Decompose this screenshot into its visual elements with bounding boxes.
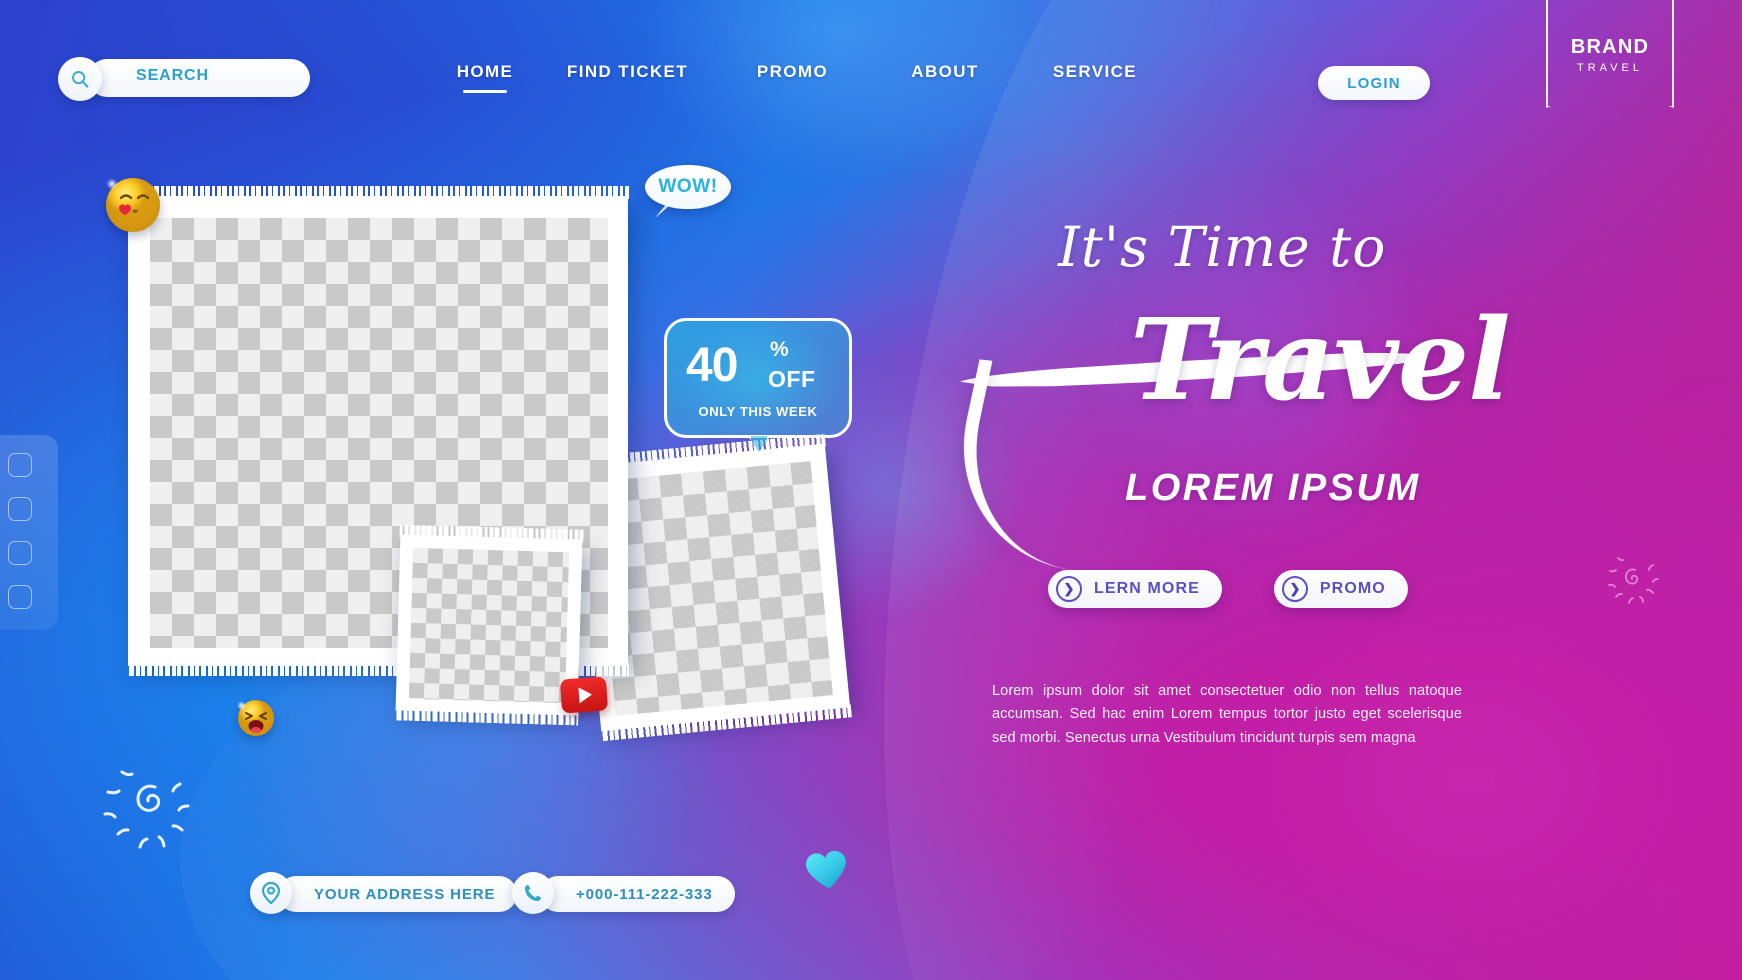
login-button[interactable]: LOGIN xyxy=(1318,66,1430,100)
cta-label: LERN MORE xyxy=(1094,580,1200,597)
hero-display-word: Travel xyxy=(1130,295,1511,426)
chevron-right-icon: ❯ xyxy=(1056,576,1082,602)
kissing-face-emoji xyxy=(104,176,160,232)
hero-cta-group: ❯ LERN MORE ❯ PROMO xyxy=(1048,570,1408,608)
photo-frame-small[interactable] xyxy=(395,534,583,716)
phone-label: +000-111-222-333 xyxy=(576,885,713,903)
address-label: YOUR ADDRESS HERE xyxy=(314,885,496,903)
laughing-face-emoji xyxy=(235,699,274,736)
brand-subtitle: TRAVEL xyxy=(1577,62,1643,74)
map-pin-icon xyxy=(250,872,292,914)
discount-percent: % xyxy=(770,338,789,361)
hero-subtitle: LOREM IPSUM xyxy=(1125,467,1421,509)
nav-label: HOME xyxy=(456,62,514,81)
discount-off: OFF xyxy=(768,366,816,392)
brand-name: BRAND xyxy=(1570,36,1650,58)
cta-label: PROMO xyxy=(1319,580,1386,597)
photo-collage xyxy=(0,0,1000,980)
hero-script-line: It's Time to xyxy=(1058,215,1387,279)
hero-display-group: Travel xyxy=(937,277,1580,579)
nav-item-about[interactable]: ABOUT xyxy=(870,62,1020,82)
search-bar[interactable] xyxy=(58,57,310,101)
promo-button[interactable]: ❯ PROMO xyxy=(1273,570,1408,608)
contact-address[interactable]: YOUR ADDRESS HERE xyxy=(250,872,550,914)
brand-logo[interactable]: BRAND TRAVEL xyxy=(1546,0,1674,108)
learn-more-button[interactable]: ❯ LERN MORE xyxy=(1048,570,1222,608)
nav-item-service[interactable]: SERVICE xyxy=(1020,62,1170,82)
discount-badge[interactable]: 40 % OFF ONLY THIS WEEK xyxy=(636,290,880,470)
brand-text-group: BRAND TRAVEL xyxy=(1546,0,1674,108)
nav-label: PROMO xyxy=(756,62,829,81)
hero-paragraph: Lorem ipsum dolor sit amet consectetuer … xyxy=(992,683,1462,746)
sun-doodle-right xyxy=(1606,552,1664,608)
bubble-body: WOW! xyxy=(645,165,731,209)
youtube-play-button[interactable] xyxy=(559,676,609,714)
nav-active-underline xyxy=(463,90,507,93)
search-input[interactable] xyxy=(136,67,286,85)
photo-placeholder xyxy=(593,461,833,716)
nav-label: SERVICE xyxy=(1052,62,1138,81)
contact-phone[interactable]: +000-111-222-333 xyxy=(512,872,762,914)
nav-label: ABOUT xyxy=(911,62,979,81)
main-navigation: HOME FIND TICKET PROMO ABOUT SERVICE xyxy=(430,62,1170,93)
search-icon[interactable] xyxy=(58,57,102,101)
discount-note: ONLY THIS WEEK xyxy=(698,404,818,419)
nav-label: FIND TICKET xyxy=(566,62,689,81)
heart-sticker xyxy=(804,849,851,892)
address-pill[interactable]: YOUR ADDRESS HERE xyxy=(278,876,518,912)
discount-number: 40 xyxy=(686,339,738,392)
site-header: HOME FIND TICKET PROMO ABOUT SERVICE LOG… xyxy=(0,0,1742,130)
play-triangle-icon xyxy=(578,686,593,704)
login-label: LOGIN xyxy=(1347,74,1401,92)
wow-speech-bubble: WOW! xyxy=(645,165,731,218)
nav-item-promo[interactable]: PROMO xyxy=(715,62,870,82)
wow-label: WOW! xyxy=(658,176,718,197)
chevron-right-icon: ❯ xyxy=(1281,576,1308,602)
photo-placeholder xyxy=(408,547,570,704)
nav-item-home[interactable]: HOME xyxy=(430,62,540,93)
phone-icon xyxy=(512,872,554,914)
nav-item-find-ticket[interactable]: FIND TICKET xyxy=(540,62,715,82)
phone-pill[interactable]: +000-111-222-333 xyxy=(540,876,735,912)
landing-page-canvas: HOME FIND TICKET PROMO ABOUT SERVICE LOG… xyxy=(0,0,1742,980)
